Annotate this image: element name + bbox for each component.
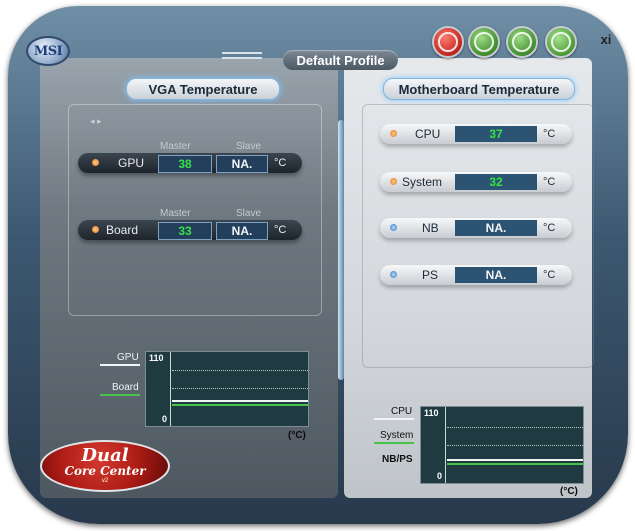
vga-graph-legend-board: Board xyxy=(112,382,139,393)
nb-value: NA. xyxy=(455,220,537,236)
overclock-icon xyxy=(438,32,458,52)
vga-graph-unit: (°C) xyxy=(288,430,306,441)
vga-graph-gpu-line xyxy=(172,400,308,402)
mb-graph-cpu-line xyxy=(447,459,583,461)
board-unit: °C xyxy=(274,224,287,236)
logo-line-core-center: Core Center xyxy=(64,464,146,478)
ps-temperature-row: PS NA. °C xyxy=(380,265,572,285)
ps-status-led-icon xyxy=(390,271,397,278)
ps-value: NA. xyxy=(455,267,537,283)
board-status-led-icon xyxy=(92,226,99,233)
master-column-label: Master xyxy=(160,141,191,152)
vga-graph-y-axis xyxy=(170,352,171,426)
board-label: Board xyxy=(106,223,139,237)
vga-graph-legend-gpu: GPU xyxy=(117,352,139,363)
gpu-slave-value: NA. xyxy=(216,155,268,173)
vga-graph-board-line xyxy=(172,404,308,406)
dual-core-center-logo: Dual Core Center v2 xyxy=(40,440,170,492)
cpu-legend-swatch xyxy=(374,418,414,420)
motherboard-temperature-title: Motherboard Temperature xyxy=(383,78,575,100)
vga-graph-gridline xyxy=(172,388,308,389)
vga-temperature-graph: 110 0 xyxy=(145,351,309,427)
vga-graph-gridline xyxy=(172,370,308,371)
motherboard-temperature-graph: 110 0 xyxy=(420,406,584,484)
mb-graph-gridline xyxy=(447,445,583,446)
mb-graph-system-line xyxy=(447,463,583,465)
overclock-button[interactable] xyxy=(432,26,464,58)
close-button[interactable]: xi xyxy=(596,30,616,48)
master-column-label-2: Master xyxy=(160,208,191,219)
slave-column-label: Slave xyxy=(236,141,262,152)
nb-temperature-row: NB NA. °C xyxy=(380,218,572,238)
mb-graph-y-axis xyxy=(445,407,446,483)
logo-line-dual: Dual xyxy=(81,445,129,466)
system-unit: °C xyxy=(543,176,556,188)
cpu-unit: °C xyxy=(543,128,556,140)
system-legend-swatch xyxy=(374,442,414,444)
gpu-master-value: 38 xyxy=(158,155,212,173)
gpu-temperature-row: GPU 38 NA. °C xyxy=(78,153,302,173)
board-master-value: 33 xyxy=(158,222,212,240)
scroll-arrows-icon[interactable]: ◂ ▸ xyxy=(90,116,102,127)
drag-handle-icon[interactable] xyxy=(222,52,262,62)
cpu-status-led-icon xyxy=(390,130,397,137)
mb-graph-ymax: 110 xyxy=(424,408,439,418)
green-power-button[interactable] xyxy=(468,26,500,58)
dual-core-center-window: MSI Default Profile xi VGA Temperature M… xyxy=(0,0,635,531)
board-slave-value: NA. xyxy=(216,222,268,240)
nb-unit: °C xyxy=(543,222,556,234)
plus-icon xyxy=(551,32,571,52)
board-temperature-row: Board 33 NA. °C xyxy=(78,220,302,240)
gpu-legend-swatch xyxy=(100,364,140,366)
mb-graph-legend-cpu: CPU xyxy=(391,406,413,417)
mb-graph-legend-system: System xyxy=(380,430,414,441)
slave-column-label-2: Slave xyxy=(236,208,262,219)
system-temperature-row: System 32 °C xyxy=(380,172,572,192)
board-legend-swatch xyxy=(100,394,140,396)
mb-graph-ymin: 0 xyxy=(437,471,443,481)
ps-unit: °C xyxy=(543,269,556,281)
system-value: 32 xyxy=(455,174,537,190)
msi-logo[interactable]: MSI xyxy=(26,36,70,66)
vga-graph-ymin: 0 xyxy=(162,414,168,424)
plus-button[interactable] xyxy=(545,26,577,58)
vga-graph-ymax: 110 xyxy=(149,353,164,363)
ps-label: PS xyxy=(422,268,439,282)
green-power-icon xyxy=(474,32,494,52)
msi-logo-text: MSI xyxy=(33,43,63,59)
vga-temperature-group xyxy=(68,104,322,316)
panel-divider xyxy=(338,120,344,380)
mb-graph-unit: (°C) xyxy=(560,486,578,497)
system-label: System xyxy=(402,175,443,189)
cpu-temperature-row: CPU 37 °C xyxy=(380,124,572,144)
mb-graph-legend-nbps: NB/PS xyxy=(382,454,413,465)
cpu-label: CPU xyxy=(415,127,441,141)
logo-line-version: v2 xyxy=(101,478,109,484)
system-status-led-icon xyxy=(390,178,397,185)
green-tools-button[interactable] xyxy=(506,26,538,58)
mb-graph-gridline xyxy=(447,427,583,428)
gpu-status-led-icon xyxy=(92,159,99,166)
nb-label: NB xyxy=(422,221,439,235)
cpu-value: 37 xyxy=(455,126,537,142)
gpu-label: GPU xyxy=(118,156,145,170)
green-tools-icon xyxy=(512,32,532,52)
vga-temperature-title: VGA Temperature xyxy=(126,78,280,100)
profile-selector[interactable]: Default Profile xyxy=(283,50,398,70)
nb-status-led-icon xyxy=(390,224,397,231)
gpu-unit: °C xyxy=(274,157,287,169)
